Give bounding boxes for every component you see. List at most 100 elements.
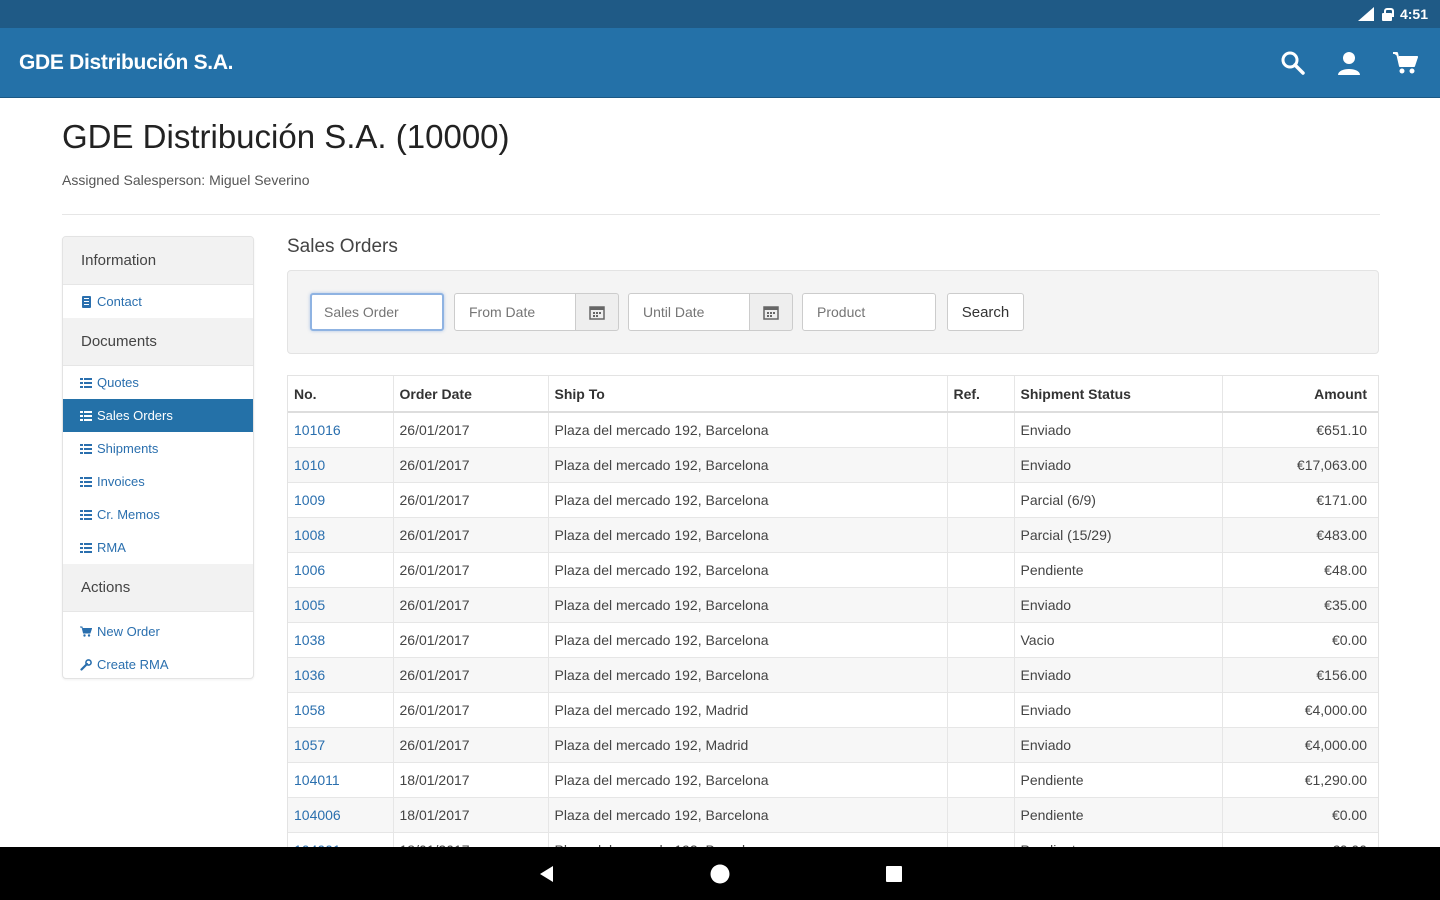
cell-ship-to: Plaza del mercado 192, Madrid [548, 691, 948, 727]
cell-amount: €1,290.00 [1222, 761, 1378, 797]
sidebar-item-label: New Order [97, 624, 160, 639]
cell-ship-to: Plaza del mercado 192, Madrid [548, 726, 948, 762]
product-input[interactable] [802, 293, 936, 331]
cell-order-date: 18/01/2017 [393, 761, 549, 797]
column-header-ship-to[interactable]: Ship To [548, 376, 948, 413]
table-row[interactable]: 1006 26/01/2017 Plaza del mercado 192, Bar… [288, 551, 1378, 587]
search-icon[interactable] [1280, 50, 1306, 76]
cell-shipment-status: Vacio [1014, 621, 1223, 657]
column-header-no[interactable]: No. [288, 376, 394, 413]
table-row[interactable]: 1005 26/01/2017 Plaza del mercado 192, Bar… [288, 586, 1378, 622]
sidebar-item-label: Cr. Memos [97, 507, 160, 522]
order-number-link[interactable]: 1009 [294, 492, 325, 508]
from-date-input[interactable] [454, 293, 576, 331]
column-header-ref[interactable]: Ref. [947, 376, 1015, 413]
sidebar-item-label: Shipments [97, 441, 159, 456]
cell-no: 1010 [288, 446, 394, 482]
sidebar-item-new-order[interactable]: New Order [63, 615, 253, 648]
cart-icon[interactable] [1392, 50, 1418, 76]
cell-order-date: 18/01/2017 [393, 831, 549, 847]
list-icon [80, 542, 92, 553]
table-row[interactable]: 104006 18/01/2017 Plaza del mercado 192, B… [288, 796, 1378, 832]
table-row[interactable]: 1058 26/01/2017 Plaza del mercado 192, Mad… [288, 691, 1378, 727]
cell-ship-to: Plaza del mercado 192, Barcelona [548, 796, 948, 832]
user-icon[interactable] [1336, 50, 1362, 76]
sidebar-item-label: Create RMA [97, 657, 169, 672]
order-number-link[interactable]: 1006 [294, 562, 325, 578]
order-number-link[interactable]: 1057 [294, 737, 325, 753]
cell-ref [947, 656, 1015, 692]
table-row[interactable]: 1008 26/01/2017 Plaza del mercado 192, Bar… [288, 516, 1378, 552]
table-row[interactable]: 104011 18/01/2017 Plaza del mercado 192, B… [288, 761, 1378, 797]
section-title: Sales Orders [287, 236, 398, 257]
lock-icon [1381, 7, 1394, 21]
table-row[interactable]: 1038 26/01/2017 Plaza del mercado 192, Bar… [288, 621, 1378, 657]
sidebar-heading-documents: Documents [63, 318, 253, 366]
order-number-link[interactable]: 1010 [294, 457, 325, 473]
table-row[interactable]: 10400118/01/2017Plaza del mercado 192, B… [288, 831, 1378, 847]
order-number-link[interactable]: 1005 [294, 597, 325, 613]
until-date-input[interactable] [628, 293, 750, 331]
app-bar: GDE Distribución S.A. [0, 28, 1440, 98]
sidebar-item-quotes[interactable]: Quotes [63, 366, 253, 399]
app-bar-actions [1280, 28, 1418, 98]
cell-ref [947, 586, 1015, 622]
list-icon [80, 410, 92, 421]
order-number-link[interactable]: 1038 [294, 632, 325, 648]
sidebar-item-contact[interactable]: Contact [63, 285, 253, 318]
column-header-order-date[interactable]: Order Date [393, 376, 549, 413]
order-number-link[interactable]: 1036 [294, 667, 325, 683]
cell-shipment-status: Pendiente [1014, 761, 1223, 797]
sidebar-item-invoices[interactable]: Invoices [63, 465, 253, 498]
column-header-amount[interactable]: Amount [1222, 376, 1378, 413]
sidebar-item-label: Invoices [97, 474, 145, 489]
sidebar-item-shipments[interactable]: Shipments [63, 432, 253, 465]
table-row[interactable]: 1009 26/01/2017 Plaza del mercado 192, Bar… [288, 481, 1378, 517]
cell-ship-to: Plaza del mercado 192, Barcelona [548, 481, 948, 517]
cell-order-date: 26/01/2017 [393, 446, 549, 482]
cell-no: 1058 [288, 691, 394, 727]
order-number-link[interactable]: 1008 [294, 527, 325, 543]
table-row[interactable]: 1057 26/01/2017 Plaza del mercado 192, Mad… [288, 726, 1378, 762]
table-row[interactable]: 1010 26/01/2017 Plaza del mercado 192, Bar… [288, 446, 1378, 482]
cell-order-date: 26/01/2017 [393, 516, 549, 552]
sidebar-item-create-rma[interactable]: Create RMA [63, 648, 253, 678]
cell-shipment-status: Parcial (6/9) [1014, 481, 1223, 517]
cell-ref [947, 551, 1015, 587]
from-date-calendar-button[interactable] [575, 293, 619, 331]
cell-shipment-status: Enviado [1014, 446, 1223, 482]
cell-ship-to: Plaza del mercado 192, Barcelona [548, 831, 948, 847]
cell-no: 1009 [288, 481, 394, 517]
list-icon [80, 443, 92, 454]
table-row[interactable]: 101016 26/01/2017 Plaza del mercado 192, B… [288, 411, 1378, 447]
cell-order-date: 26/01/2017 [393, 621, 549, 657]
address-book-icon [80, 295, 92, 308]
order-number-link[interactable]: 101016 [294, 422, 341, 438]
cell-no: 1006 [288, 551, 394, 587]
cell-ref [947, 411, 1015, 447]
cell-no: 1008 [288, 516, 394, 552]
back-icon[interactable] [534, 862, 558, 886]
sidebar: Information Contact Documents Quotes Sal… [62, 236, 254, 679]
cell-shipment-status: Enviado [1014, 691, 1223, 727]
table-row[interactable]: 1036 26/01/2017 Plaza del mercado 192, Bar… [288, 656, 1378, 692]
recents-icon[interactable] [882, 862, 906, 886]
cell-ref [947, 831, 1015, 847]
order-number-link[interactable]: 104011 [294, 772, 340, 788]
order-number-link[interactable]: 1058 [294, 702, 325, 718]
calendar-icon [763, 305, 779, 320]
cell-ship-to: Plaza del mercado 192, Barcelona [548, 586, 948, 622]
sidebar-item-rma[interactable]: RMA [63, 531, 253, 564]
sidebar-item-cr-memos[interactable]: Cr. Memos [63, 498, 253, 531]
home-icon[interactable] [708, 862, 732, 886]
sales-order-input[interactable] [310, 293, 444, 331]
cell-ref [947, 691, 1015, 727]
cell-amount: €651.10 [1222, 411, 1378, 447]
column-header-shipment-status[interactable]: Shipment Status [1014, 376, 1223, 413]
cell-ship-to: Plaza del mercado 192, Barcelona [548, 761, 948, 797]
search-button[interactable]: Search [947, 293, 1024, 331]
until-date-calendar-button[interactable] [749, 293, 793, 331]
sidebar-item-sales-orders[interactable]: Sales Orders [63, 399, 253, 432]
wrench-icon [80, 658, 92, 671]
order-number-link[interactable]: 104006 [294, 807, 341, 823]
